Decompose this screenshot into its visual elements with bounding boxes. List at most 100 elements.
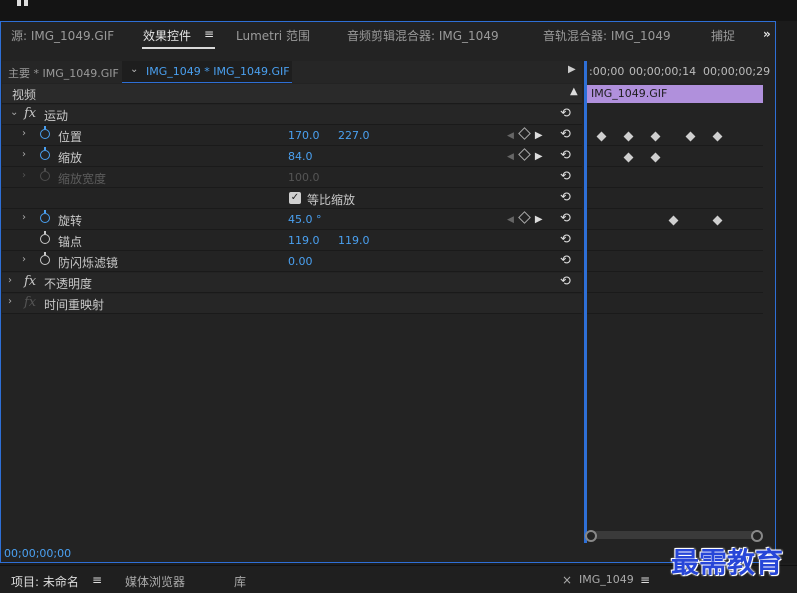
add-keyframe-icon[interactable] — [518, 211, 531, 224]
next-keyframe-icon[interactable]: ▶ — [535, 151, 543, 162]
add-keyframe-icon[interactable] — [518, 127, 531, 140]
time-remap-row[interactable]: › fx 时间重映射 — [2, 294, 582, 314]
video-section-label: 视频 — [12, 88, 37, 102]
stopwatch-icon[interactable] — [40, 210, 50, 223]
sequence-tab-menu-icon[interactable]: ≡ — [640, 573, 650, 587]
reset-icon[interactable]: ⟲ — [560, 211, 571, 226]
playhead[interactable] — [585, 61, 587, 543]
chevron-right-icon[interactable]: › — [8, 275, 12, 286]
master-clip-tab[interactable]: 主要 * IMG_1049.GIF — [8, 65, 119, 81]
show-timeline-icon[interactable]: ▶ — [568, 64, 576, 75]
workspace-grip-icon-2[interactable] — [24, 0, 28, 6]
top-strip — [0, 0, 797, 21]
reset-icon[interactable]: ⟲ — [560, 106, 571, 121]
reset-icon[interactable]: ⟲ — [560, 190, 571, 205]
tab-audio-clip-mixer[interactable]: 音频剪辑混合器: IMG_1049 — [347, 27, 499, 44]
opacity-label: 不透明度 — [44, 277, 93, 291]
close-tab-icon[interactable]: × — [562, 573, 572, 587]
rotation-label: 旋转 — [58, 214, 83, 228]
stopwatch-icon[interactable] — [40, 126, 50, 139]
fx-icon[interactable]: fx — [24, 295, 36, 310]
uniform-scale-checkbox[interactable]: ✓ — [289, 192, 301, 204]
chevron-right-icon[interactable]: › — [22, 254, 26, 265]
reset-icon[interactable]: ⟲ — [560, 274, 571, 289]
tab-source[interactable]: 源: IMG_1049.GIF — [11, 27, 114, 44]
sequence-clip-label: IMG_1049 * IMG_1049.GIF — [146, 65, 290, 78]
clip-bar[interactable]: IMG_1049.GIF — [587, 85, 763, 103]
current-timecode[interactable]: 00;00;00;00 — [4, 547, 71, 560]
stopwatch-icon[interactable] — [40, 231, 50, 244]
tab-project[interactable]: 项目: 未命名 — [11, 573, 79, 590]
position-y-value[interactable]: 227.0 — [338, 129, 370, 142]
scale-keyframe[interactable] — [650, 152, 661, 163]
tab-media-browser[interactable]: 媒体浏览器 — [125, 573, 185, 590]
scale-width-row: › 缩放宽度 100.0 ⟲ — [2, 168, 582, 188]
prev-keyframe-icon[interactable]: ◀ — [507, 215, 514, 225]
fx-icon[interactable]: fx — [24, 274, 36, 289]
tab-audio-track-mixer[interactable]: 音轨混合器: IMG_1049 — [543, 27, 671, 44]
chevron-down-icon[interactable]: ⌄ — [130, 64, 138, 75]
position-keyframe[interactable] — [596, 131, 607, 142]
anchor-x-value[interactable]: 119.0 — [288, 234, 320, 247]
reset-icon[interactable]: ⟲ — [560, 169, 571, 184]
next-keyframe-icon[interactable]: ▶ — [535, 130, 543, 141]
keyframe-nav: ◀ ▶ — [507, 211, 543, 225]
reset-icon[interactable]: ⟲ — [560, 253, 571, 268]
stopwatch-icon — [40, 168, 50, 181]
position-x-value[interactable]: 170.0 — [288, 129, 320, 142]
rotation-keyframe[interactable] — [668, 215, 679, 226]
chevron-down-icon[interactable]: ⌄ — [10, 107, 18, 118]
chevron-right-icon[interactable]: › — [22, 212, 26, 223]
watermark-logo: 最需教育 — [671, 546, 784, 579]
opacity-effect-row[interactable]: › fx 不透明度 ⟲ — [2, 273, 582, 293]
anchor-y-value[interactable]: 119.0 — [338, 234, 370, 247]
motion-effect-row[interactable]: ⌄ fx 运动 ⟲ — [2, 105, 582, 125]
position-keyframe[interactable] — [712, 131, 723, 142]
tab-sequence[interactable]: IMG_1049 — [579, 573, 634, 586]
uniform-scale-row: ✓ 等比缩放 ⟲ — [2, 189, 582, 209]
stopwatch-icon[interactable] — [40, 252, 50, 265]
sequence-clip-tab[interactable]: ⌄ IMG_1049 * IMG_1049.GIF — [122, 61, 292, 83]
tab-capture[interactable]: 捕捉 — [711, 27, 735, 44]
scale-value[interactable]: 84.0 — [288, 150, 313, 163]
reset-icon[interactable]: ⟲ — [560, 127, 571, 142]
tab-effect-controls[interactable]: 效果控件 — [143, 27, 191, 44]
collapse-up-icon[interactable]: ▲ — [570, 86, 578, 97]
prev-keyframe-icon[interactable]: ◀ — [507, 131, 514, 141]
flicker-value[interactable]: 0.00 — [288, 255, 313, 268]
workspace-grip-icon[interactable] — [17, 0, 21, 6]
next-keyframe-icon[interactable]: ▶ — [535, 214, 543, 225]
timecode-start: :00;00 — [589, 65, 625, 78]
rotation-keyframe[interactable] — [712, 215, 723, 226]
fx-icon[interactable]: fx — [24, 106, 36, 121]
chevron-right-icon[interactable]: › — [22, 128, 26, 139]
tab-library[interactable]: 库 — [234, 573, 246, 590]
time-ruler[interactable]: :00;00 00;00;00;14 00;00;00;29 — [585, 61, 770, 83]
timeline-zoom-scrollbar[interactable] — [585, 530, 763, 542]
bottom-tab-menu-icon[interactable]: ≡ — [92, 573, 102, 587]
source-selector-bar: 主要 * IMG_1049.GIF ⌄ IMG_1049 * IMG_1049.… — [2, 61, 582, 83]
tab-menu-icon[interactable]: ≡ — [204, 27, 214, 41]
rotation-value[interactable]: 45.0 ° — [288, 213, 322, 226]
zoom-handle-left[interactable] — [585, 530, 597, 542]
position-keyframe[interactable] — [650, 131, 661, 142]
add-keyframe-icon[interactable] — [518, 148, 531, 161]
more-tabs-icon[interactable]: » — [763, 27, 771, 41]
scale-keyframe[interactable] — [623, 152, 634, 163]
chevron-right-icon[interactable]: › — [8, 296, 12, 307]
reset-icon[interactable]: ⟲ — [560, 232, 571, 247]
stopwatch-icon[interactable] — [40, 147, 50, 160]
tab-lumetri-scopes[interactable]: Lumetri 范围 — [236, 27, 310, 44]
position-keyframe[interactable] — [623, 131, 634, 142]
active-tab-underline — [142, 47, 215, 49]
prev-keyframe-icon[interactable]: ◀ — [507, 152, 514, 162]
position-label: 位置 — [58, 130, 83, 144]
position-row: › 位置 170.0 227.0 ◀ ▶ ⟲ — [2, 126, 582, 146]
motion-label: 运动 — [44, 109, 69, 123]
keyframe-timeline[interactable]: :00;00 00;00;00;14 00;00;00;29 IMG_1049.… — [584, 61, 770, 543]
reset-icon[interactable]: ⟲ — [560, 148, 571, 163]
scale-width-label: 缩放宽度 — [58, 172, 107, 186]
chevron-right-icon[interactable]: › — [22, 149, 26, 160]
flicker-label: 防闪烁滤镜 — [58, 256, 119, 270]
position-keyframe[interactable] — [685, 131, 696, 142]
